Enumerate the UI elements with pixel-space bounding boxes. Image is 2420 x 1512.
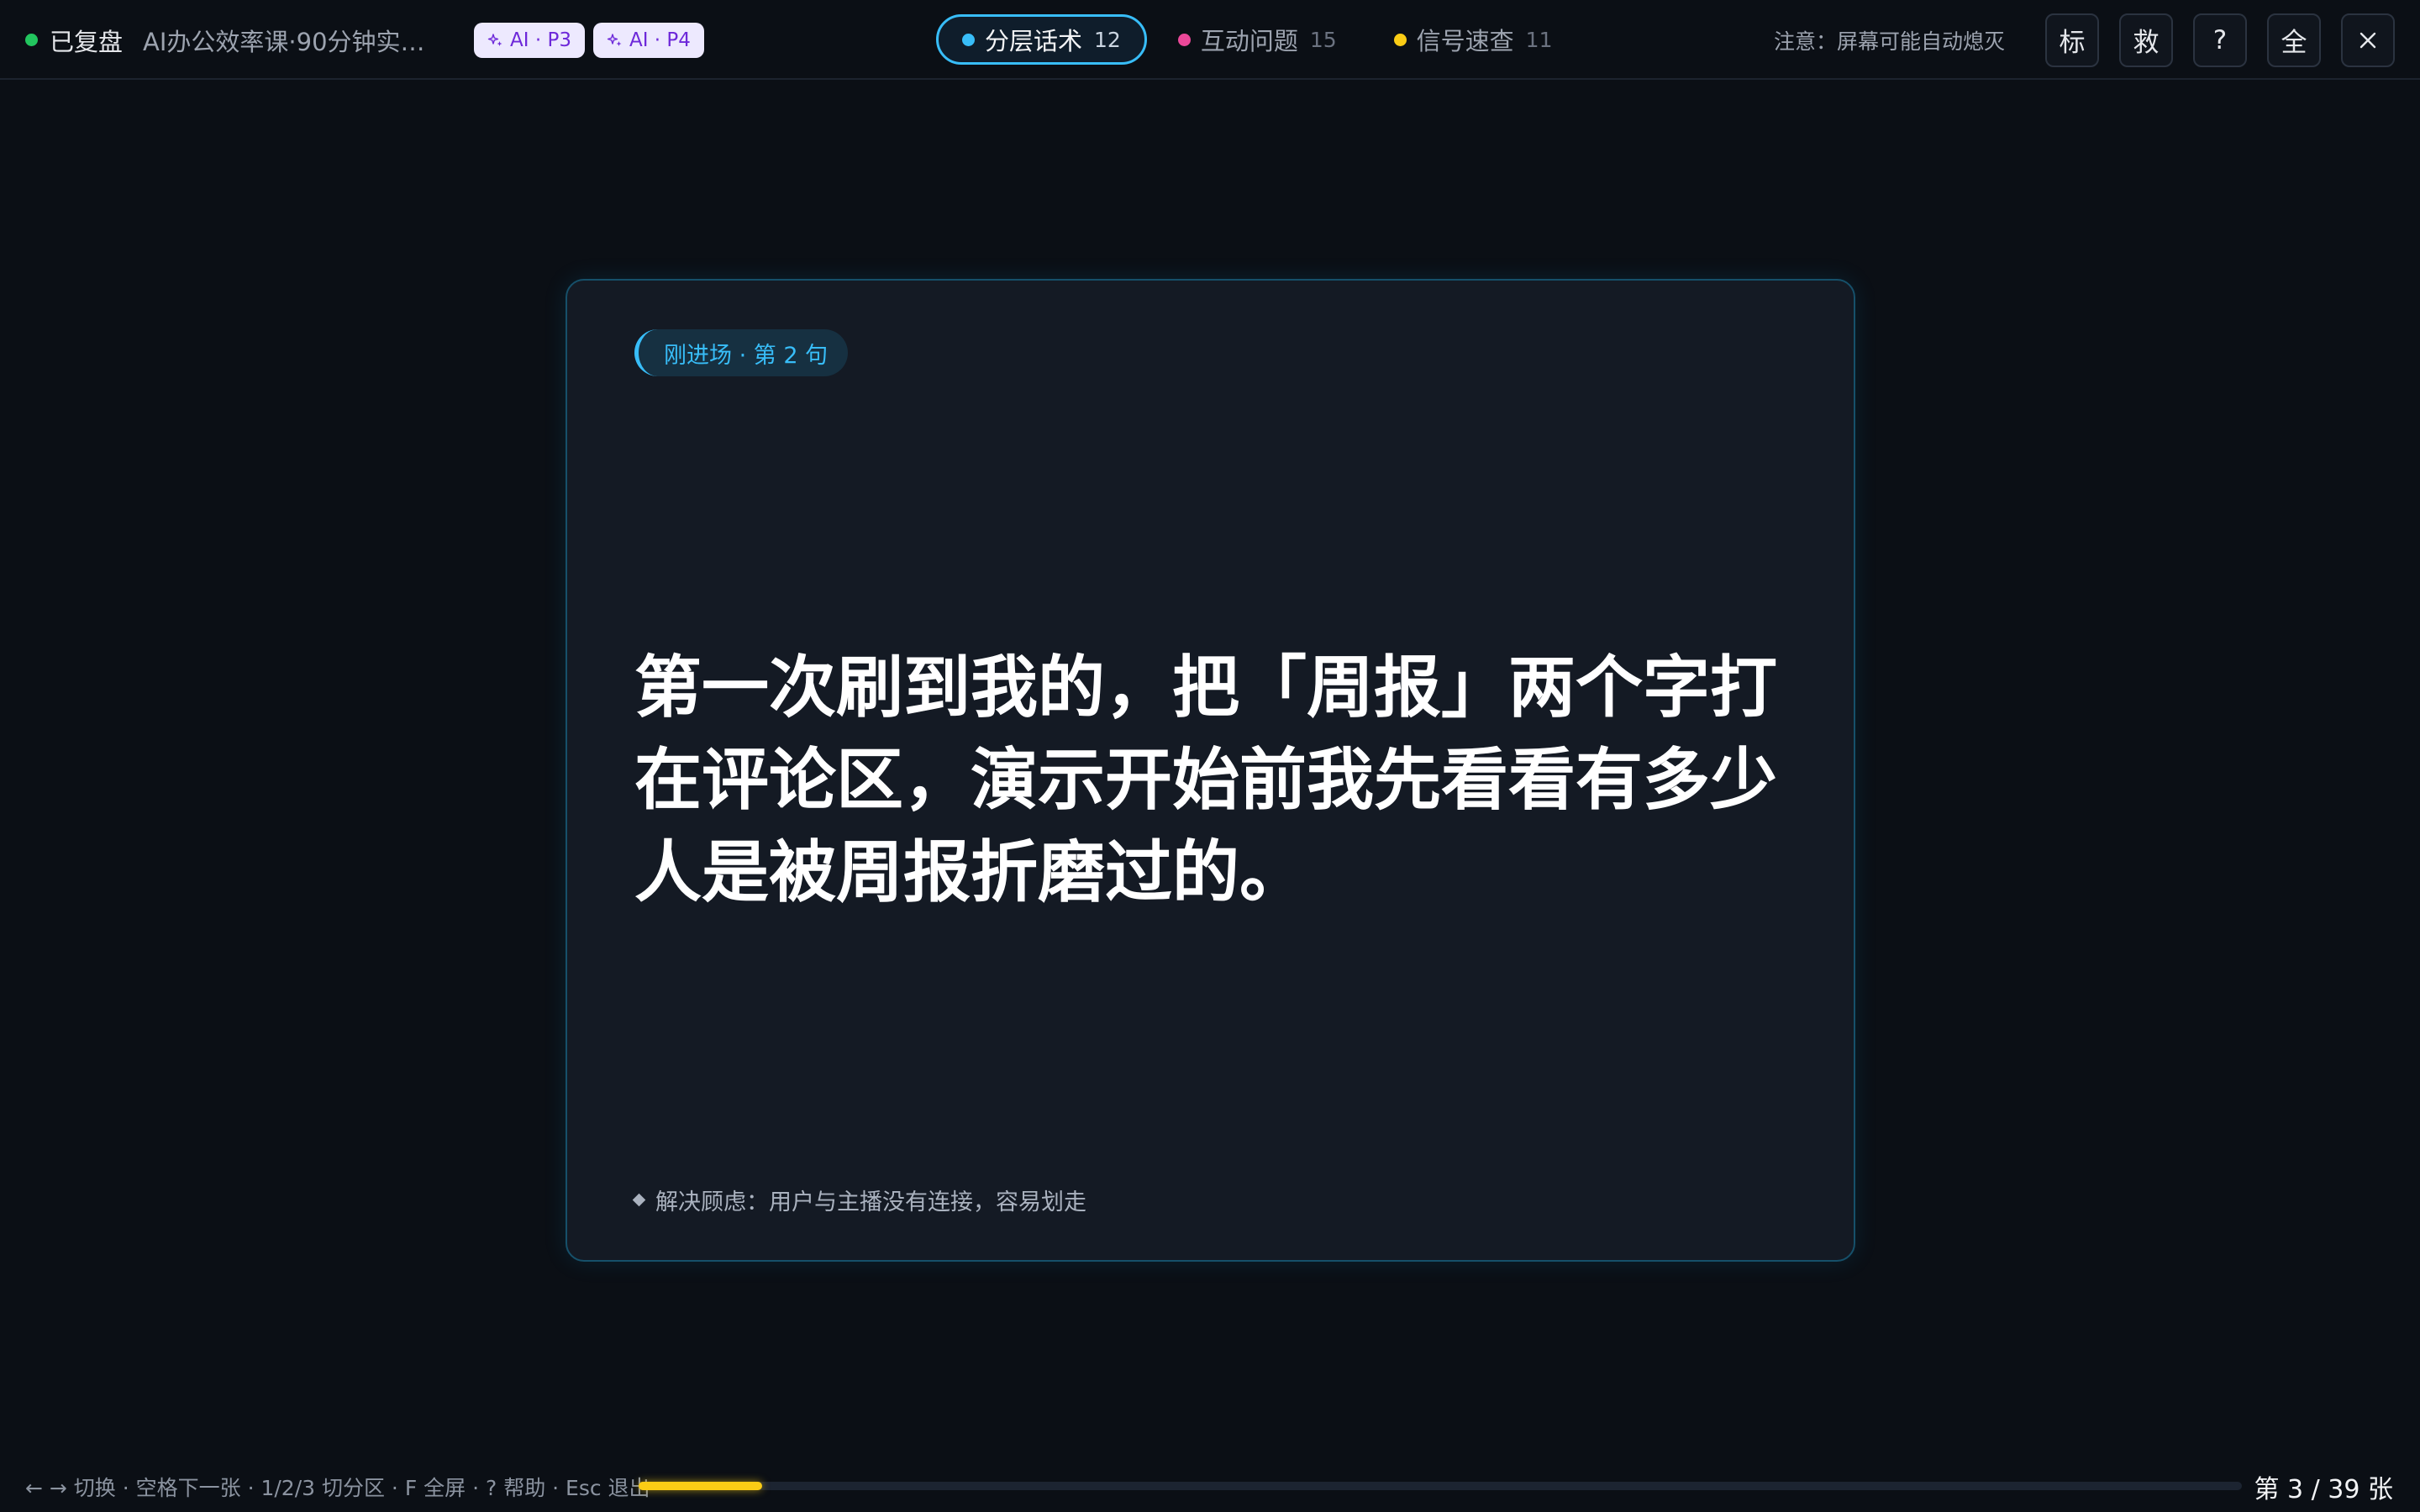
tab-label: 互动问题	[1200, 27, 1298, 55]
bottom-bar: ← → 切换 · 空格下一张 · 1/2/3 切分区 · F 全屏 · ? 帮助…	[0, 1462, 2420, 1512]
close-icon	[2360, 32, 2376, 48]
sparkle-icon	[607, 33, 622, 46]
tab-interactive-questions[interactable]: 互动问题 15	[1152, 14, 1363, 65]
top-bar-left: 已复盘 AI办公效率课·90分钟实战... AI · P3 AI · P4	[25, 0, 713, 80]
rescue-button[interactable]: 救	[2119, 13, 2173, 67]
card-footnote: 解决顾虑：用户与主播没有连接，容易划走	[632, 1184, 1086, 1216]
status-label: 已复盘	[50, 27, 124, 56]
tab-label: 分层话术	[985, 27, 1083, 55]
section-tabs: 分层话术 12 互动问题 15 信号速查 11	[936, 14, 1583, 65]
fullscreen-button[interactable]: 全	[2267, 13, 2321, 67]
tab-dot-icon	[1393, 33, 1407, 46]
ai-chip-p3[interactable]: AI · P3	[474, 22, 585, 58]
keyboard-shortcuts-hint: ← → 切换 · 空格下一张 · 1/2/3 切分区 · F 全屏 · ? 帮助…	[25, 1476, 650, 1500]
tab-count: 15	[1309, 27, 1337, 52]
progress-fill	[639, 1482, 762, 1490]
tab-count: 12	[1094, 27, 1121, 52]
tab-dot-icon	[1177, 33, 1191, 46]
page-counter: 第 3 / 39 张	[2254, 1475, 2393, 1504]
screen-notice: 注意：屏幕可能自动熄灭	[1773, 29, 2005, 54]
help-button[interactable]: ?	[2193, 13, 2247, 67]
ai-chip-label: AI · P3	[510, 29, 571, 51]
script-card: 刚进场 · 第 2 句 第一次刷到我的，把「周报」两个字打在评论区，演示开始前我…	[566, 279, 1855, 1262]
tab-count: 11	[1525, 27, 1553, 52]
ai-chip-label: AI · P4	[629, 29, 691, 51]
diamond-bullet-icon	[632, 1193, 646, 1207]
top-bar: 已复盘 AI办公效率课·90分钟实战... AI · P3 AI · P4 分层…	[0, 0, 2420, 80]
tab-dot-icon	[962, 33, 975, 46]
tab-layered-script[interactable]: 分层话术 12	[936, 14, 1147, 65]
card-quote: 第一次刷到我的，把「周报」两个字打在评论区，演示开始前我先看看有多少人是被周报折…	[634, 648, 1777, 911]
card-footnote-text: 解决顾虑：用户与主播没有连接，容易划走	[655, 1189, 1086, 1215]
tab-label: 信号速查	[1416, 27, 1514, 55]
sparkle-icon	[487, 33, 502, 46]
progress-bar[interactable]	[639, 1482, 2242, 1490]
ai-chip-p4[interactable]: AI · P4	[592, 22, 704, 58]
mark-button[interactable]: 标	[2045, 13, 2099, 67]
status-dot-icon	[25, 34, 38, 46]
document-title: AI办公效率课·90分钟实战...	[143, 27, 446, 56]
card-stage-tag: 刚进场 · 第 2 句	[634, 329, 849, 376]
close-button[interactable]	[2341, 13, 2395, 67]
top-bar-right: 注意：屏幕可能自动熄灭 标 救 ? 全	[1774, 0, 2395, 80]
tab-signal-lookup[interactable]: 信号速查 11	[1368, 14, 1579, 65]
